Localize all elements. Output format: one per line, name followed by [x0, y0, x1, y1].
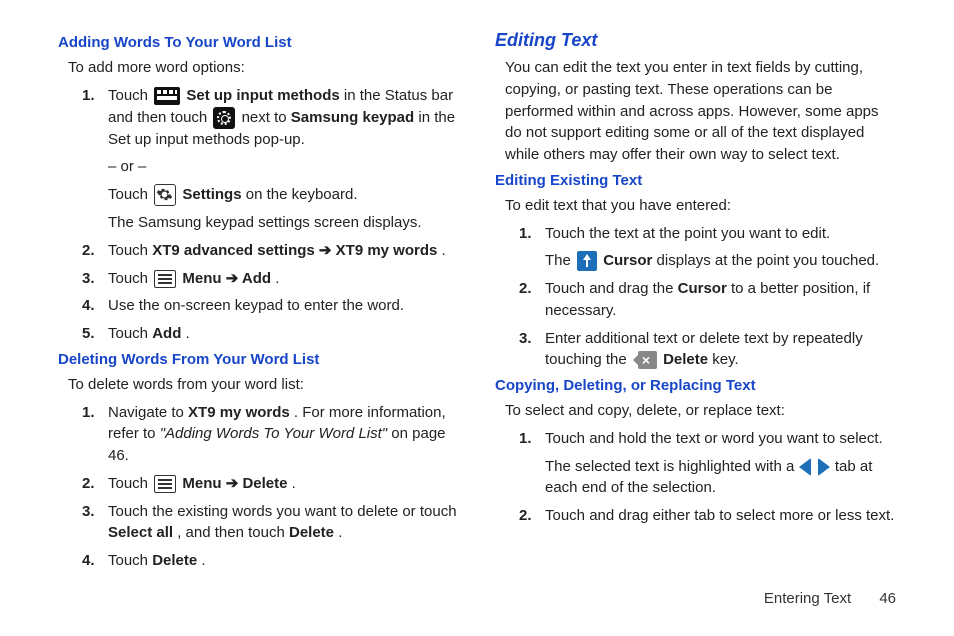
list-copy: 1. Touch and hold the text or word you w… — [495, 428, 896, 450]
text: The — [545, 252, 575, 269]
menu-icon — [154, 270, 176, 288]
text: Touch — [108, 186, 152, 203]
text-bold: Delete — [663, 351, 708, 368]
touch-settings: Touch Settings on the keyboard. — [108, 184, 459, 206]
text-bold: Delete — [152, 552, 197, 569]
text: on the keyboard. — [246, 186, 358, 203]
add-step-3: 3. Touch Menu ➔ Add . — [58, 268, 459, 290]
text-bold: XT9 advanced settings ➔ XT9 my words — [152, 242, 437, 259]
text-bold: Cursor — [678, 280, 727, 297]
text: Touch — [108, 325, 152, 342]
text: The selected text is highlighted with a — [545, 458, 798, 475]
del-step-1: 1. Navigate to XT9 my words . For more i… — [58, 402, 459, 467]
intro-editing: You can edit the text you enter in text … — [505, 57, 896, 166]
list-add-words: 1. Touch Set up input methods in the Sta… — [58, 85, 459, 151]
result-text: The Samsung keypad settings screen displ… — [108, 212, 459, 234]
list-edit-existing-cont: 2. Touch and drag the Cursor to a better… — [495, 278, 896, 371]
copy-step-2: 2. Touch and drag either tab to select m… — [495, 505, 896, 527]
text-bold: Add — [152, 325, 181, 342]
text: Touch — [108, 242, 152, 259]
menu-icon — [154, 475, 176, 493]
footer-section: Entering Text — [764, 590, 851, 607]
text: , and then touch — [177, 524, 289, 541]
left-column: Adding Words To Your Word List To add mo… — [40, 30, 477, 580]
keyboard-icon — [154, 87, 180, 105]
heading-adding-words: Adding Words To Your Word List — [58, 34, 459, 51]
add-step-2: 2. Touch XT9 advanced settings ➔ XT9 my … — [58, 240, 459, 262]
edit-step-1-sub: The Cursor displays at the point you tou… — [545, 250, 896, 272]
heading-editing-existing: Editing Existing Text — [495, 172, 896, 189]
intro-copy: To select and copy, delete, or replace t… — [505, 400, 896, 422]
page-footer: Entering Text 46 — [0, 590, 954, 607]
text-bold: Settings — [182, 186, 241, 203]
gear-icon — [154, 184, 176, 206]
text-bold: XT9 my words — [188, 404, 290, 421]
text: Touch — [108, 552, 152, 569]
intro-edit-existing: To edit text that you have entered: — [505, 195, 896, 217]
text-italic: "Adding Words To Your Word List" — [160, 425, 387, 442]
copy-step-1: 1. Touch and hold the text or word you w… — [495, 428, 896, 450]
heading-copy-delete-replace: Copying, Deleting, or Replacing Text — [495, 377, 896, 394]
heading-editing-text: Editing Text — [495, 30, 896, 51]
list-edit-existing: 1. Touch the text at the point you want … — [495, 223, 896, 245]
list-add-words-cont: 2. Touch XT9 advanced settings ➔ XT9 my … — [58, 240, 459, 345]
text: . — [201, 552, 205, 569]
edit-step-2: 2. Touch and drag the Cursor to a better… — [495, 278, 896, 322]
text: . — [186, 325, 190, 342]
add-step-1: 1. Touch Set up input methods in the Sta… — [58, 85, 459, 151]
text: next to — [242, 109, 291, 126]
text-bold: Cursor — [603, 252, 652, 269]
text-bold: Menu ➔ Add — [182, 270, 271, 287]
add-step-5: 5. Touch Add . — [58, 323, 459, 345]
cursor-icon — [577, 251, 597, 271]
text-bold: Samsung keypad — [291, 109, 414, 126]
text-bold: Select all — [108, 524, 173, 541]
text: . — [292, 475, 296, 492]
right-column: Editing Text You can edit the text you e… — [477, 30, 914, 580]
text: Touch and hold the text or word you want… — [545, 430, 883, 447]
intro-delete-words: To delete words from your word list: — [68, 374, 459, 396]
delete-icon — [633, 351, 657, 369]
text: key. — [712, 351, 738, 368]
page: Adding Words To Your Word List To add mo… — [0, 0, 954, 590]
del-step-2: 2. Touch Menu ➔ Delete . — [58, 473, 459, 495]
text: Touch — [108, 87, 152, 104]
intro-add-words: To add more word options: — [68, 57, 459, 79]
text: Touch and drag the — [545, 280, 678, 297]
text: . — [275, 270, 279, 287]
or-separator: – or – — [108, 156, 459, 178]
footer-page-number: 46 — [879, 590, 896, 607]
list-copy-cont: 2. Touch and drag either tab to select m… — [495, 505, 896, 527]
list-delete-words: 1. Navigate to XT9 my words . For more i… — [58, 402, 459, 572]
text: Touch the text at the point you want to … — [545, 225, 830, 242]
settings-dark-icon — [213, 107, 235, 129]
selection-tab-left-icon — [799, 458, 811, 476]
text: Use the on-screen keypad to enter the wo… — [108, 297, 404, 314]
text-bold: Menu ➔ Delete — [182, 475, 287, 492]
text-bold: Delete — [289, 524, 334, 541]
edit-step-3: 3. Enter additional text or delete text … — [495, 328, 896, 372]
del-step-4: 4. Touch Delete . — [58, 550, 459, 572]
add-step-4: 4. Use the on-screen keypad to enter the… — [58, 295, 459, 317]
text: Navigate to — [108, 404, 188, 421]
text: Touch — [108, 475, 152, 492]
selection-tab-right-icon — [818, 458, 830, 476]
text: . — [442, 242, 446, 259]
text: Touch the existing words you want to del… — [108, 503, 457, 520]
text: Touch and drag either tab to select more… — [545, 507, 894, 524]
edit-step-1: 1. Touch the text at the point you want … — [495, 223, 896, 245]
text: . — [338, 524, 342, 541]
del-step-3: 3. Touch the existing words you want to … — [58, 501, 459, 545]
text: Touch — [108, 270, 152, 287]
text: displays at the point you touched. — [657, 252, 880, 269]
text-bold: Set up input methods — [186, 87, 339, 104]
heading-deleting-words: Deleting Words From Your Word List — [58, 351, 459, 368]
copy-step-1-sub: The selected text is highlighted with a … — [545, 456, 896, 500]
